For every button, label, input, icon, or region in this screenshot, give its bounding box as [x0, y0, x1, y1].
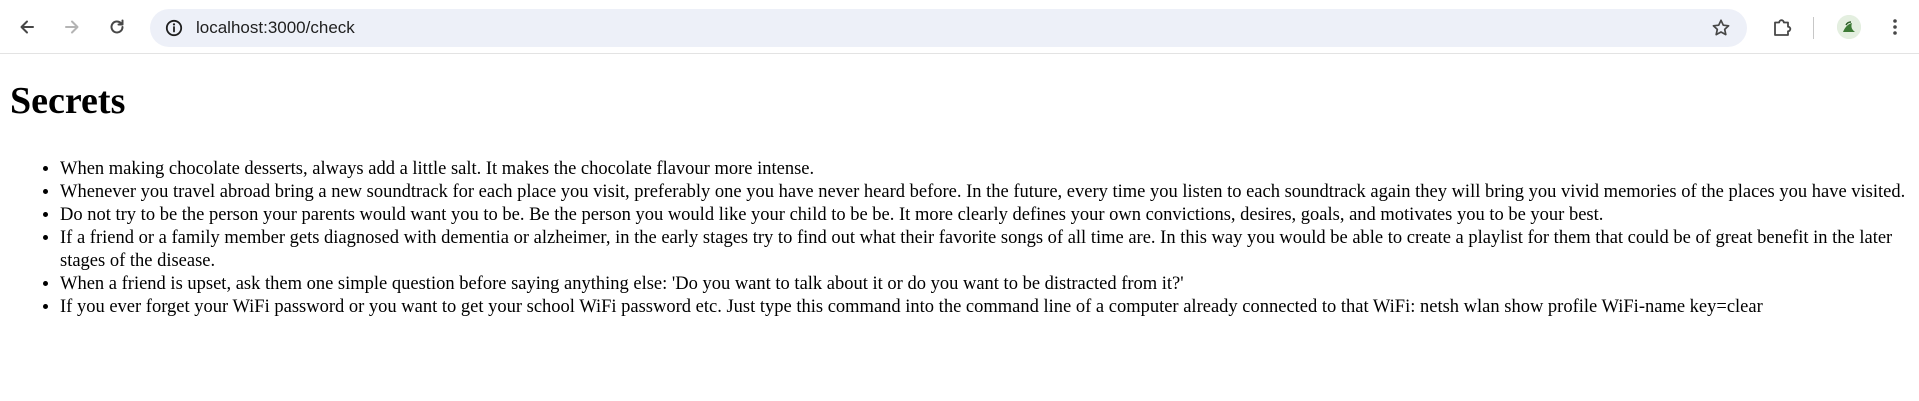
- secret-item: When making chocolate desserts, always a…: [60, 158, 1910, 181]
- browser-menu-button[interactable]: [1878, 10, 1912, 44]
- back-button[interactable]: [10, 10, 44, 44]
- secret-item: When a friend is upset, ask them one sim…: [60, 273, 1910, 296]
- extensions-button[interactable]: [1765, 10, 1799, 44]
- secret-item: If a friend or a family member gets diag…: [60, 227, 1910, 273]
- address-bar[interactable]: localhost:3000/check: [150, 9, 1747, 47]
- reload-icon: [110, 19, 124, 34]
- url-text[interactable]: localhost:3000/check: [196, 9, 355, 47]
- browser-toolbar: localhost:3000/check: [0, 0, 1919, 54]
- forward-arrow-icon: [65, 20, 79, 34]
- secret-item: Do not try to be the person your parents…: [60, 204, 1910, 227]
- kebab-menu-icon: [1893, 19, 1897, 35]
- reload-button[interactable]: [100, 10, 134, 44]
- secrets-list: When making chocolate desserts, always a…: [0, 158, 1910, 319]
- page-title: Secrets: [10, 80, 126, 122]
- secret-item: If you ever forget your WiFi password or…: [60, 296, 1910, 319]
- forward-button[interactable]: [55, 10, 89, 44]
- puzzle-icon: [1774, 19, 1792, 36]
- back-arrow-icon: [20, 20, 34, 34]
- page-content: Secrets When making chocolate desserts, …: [0, 54, 1919, 401]
- secret-item: Whenever you travel abroad bring a new s…: [60, 181, 1910, 204]
- site-info-button[interactable]: [160, 14, 188, 42]
- profile-picture-icon: [1837, 15, 1861, 39]
- toolbar-separator: [1813, 17, 1814, 39]
- avatar[interactable]: [1837, 15, 1861, 39]
- star-icon: [1712, 19, 1730, 36]
- bookmark-button[interactable]: [1707, 14, 1735, 42]
- info-icon: [165, 19, 183, 37]
